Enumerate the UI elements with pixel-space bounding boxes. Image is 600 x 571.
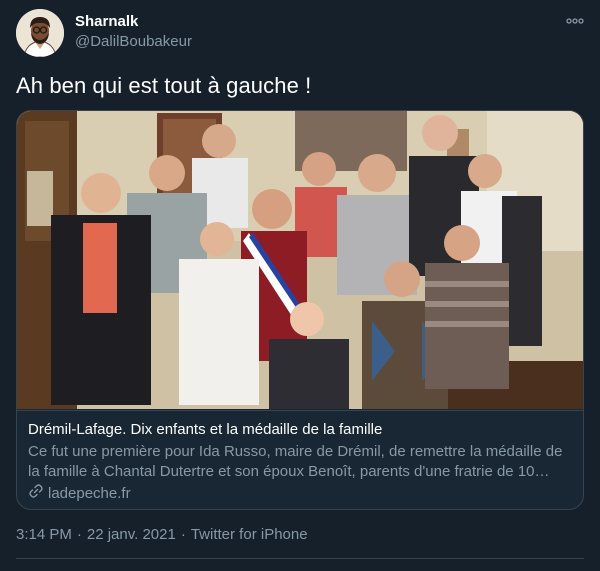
card-photo[interactable] bbox=[17, 111, 583, 409]
card-domain-text: ladepeche.fr bbox=[48, 484, 131, 502]
tweet-meta: 3:14 PM · 22 janv. 2021 · Twitter for iP… bbox=[16, 526, 308, 543]
card-title[interactable]: Drémil-Lafage. Dix enfants et la médaill… bbox=[28, 421, 382, 438]
tweet-text: Ah ben qui est tout à gauche ! bbox=[16, 73, 312, 98]
tweet-source[interactable]: Twitter for iPhone bbox=[191, 526, 308, 543]
link-card[interactable]: Drémil-Lafage. Dix enfants et la médaill… bbox=[16, 110, 584, 510]
card-body[interactable]: Drémil-Lafage. Dix enfants et la médaill… bbox=[17, 410, 583, 509]
link-icon bbox=[28, 483, 44, 503]
tweet-time[interactable]: 3:14 PM bbox=[16, 526, 72, 543]
tweet: Sharnalk @DalilBoubakeur Ah ben qui est … bbox=[0, 0, 600, 571]
user-handle[interactable]: @DalilBoubakeur bbox=[75, 33, 192, 50]
meta-separator: · bbox=[180, 526, 186, 543]
avatar[interactable] bbox=[16, 9, 64, 57]
tweet-date[interactable]: 22 janv. 2021 bbox=[87, 526, 176, 543]
card-domain[interactable]: ladepeche.fr bbox=[28, 483, 131, 503]
card-description: Ce fut une première pour Ida Russo, mair… bbox=[28, 443, 563, 480]
display-name[interactable]: Sharnalk bbox=[75, 13, 138, 30]
meta-separator: · bbox=[76, 526, 82, 543]
more-options-icon[interactable] bbox=[562, 12, 588, 30]
divider bbox=[16, 558, 584, 559]
